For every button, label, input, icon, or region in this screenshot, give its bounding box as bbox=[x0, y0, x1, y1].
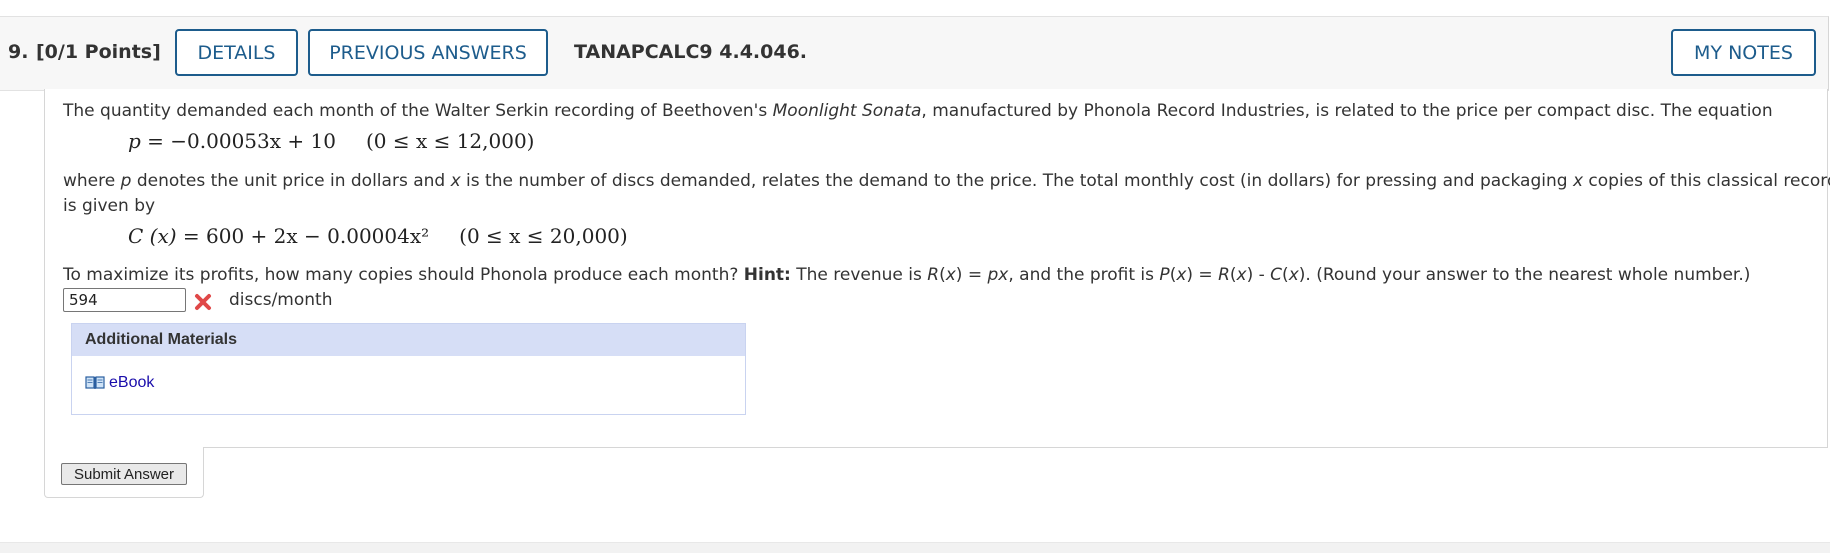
problem-line-1: The quantity demanded each month of the … bbox=[63, 101, 1773, 121]
book-icon bbox=[85, 376, 105, 389]
details-button[interactable]: DETAILS bbox=[175, 29, 298, 76]
demand-equation: p = −0.00053x + 10 (0 ≤ x ≤ 12,000) bbox=[128, 129, 535, 153]
submit-answer-button[interactable]: Submit Answer bbox=[61, 463, 187, 485]
additional-materials-title: Additional Materials bbox=[85, 331, 238, 348]
question-number: 9. bbox=[8, 41, 29, 63]
ebook-label[interactable]: eBook bbox=[109, 374, 154, 392]
problem-line-2: where p denotes the unit price in dollar… bbox=[63, 171, 1830, 191]
question-header: 9. [0/1 Points] DETAILS PREVIOUS ANSWERS… bbox=[0, 16, 1829, 91]
hint-label: Hint: bbox=[743, 265, 791, 285]
incorrect-x-icon bbox=[195, 294, 211, 310]
answer-input[interactable] bbox=[63, 288, 186, 312]
question-points: [0/1 Points] bbox=[36, 41, 161, 63]
question-prompt: To maximize its profits, how many copies… bbox=[63, 265, 1751, 285]
problem-line-3: is given by bbox=[63, 196, 156, 216]
question-code: TANAPCALC9 4.4.046. bbox=[574, 41, 808, 63]
page-bottom-band bbox=[0, 542, 1830, 553]
my-notes-button[interactable]: MY NOTES bbox=[1671, 29, 1816, 76]
additional-materials-header: Additional Materials bbox=[72, 324, 745, 356]
previous-answers-button[interactable]: PREVIOUS ANSWERS bbox=[308, 29, 548, 76]
additional-materials-panel: Additional Materials eBook bbox=[71, 323, 746, 415]
work-title: Moonlight Sonata bbox=[772, 101, 922, 121]
answer-units: discs/month bbox=[229, 290, 333, 310]
ebook-link[interactable]: eBook bbox=[85, 374, 154, 392]
cost-equation: C (x) = 600 + 2x − 0.00004x² (0 ≤ x ≤ 20,… bbox=[128, 224, 628, 248]
